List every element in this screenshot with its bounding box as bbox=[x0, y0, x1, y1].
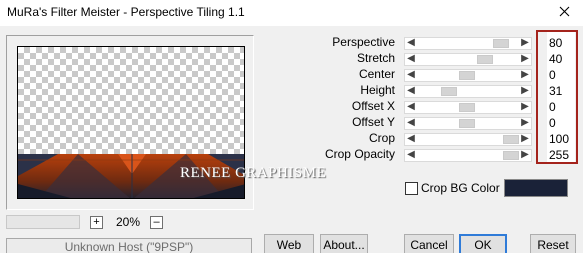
arrow-right-icon[interactable]: ▶ bbox=[520, 117, 530, 130]
web-button[interactable]: Web bbox=[264, 234, 314, 253]
highlight-box bbox=[536, 30, 578, 164]
param-stretch: Stretch ◀ ▶ bbox=[300, 51, 540, 67]
slider-thumb[interactable] bbox=[459, 119, 475, 128]
param-label: Stretch bbox=[356, 51, 395, 65]
slider-thumb[interactable] bbox=[503, 151, 519, 160]
param-label: Perspective bbox=[332, 35, 395, 49]
crop-bg-color-swatch[interactable] bbox=[504, 179, 568, 197]
crop-bg-color-label: Crop BG Color bbox=[421, 181, 500, 195]
offset-x-slider[interactable]: ◀ ▶ bbox=[404, 101, 532, 114]
param-height: Height ◀ ▶ bbox=[300, 83, 540, 99]
arrow-left-icon[interactable]: ◀ bbox=[406, 37, 416, 50]
reset-button[interactable]: Reset bbox=[530, 234, 576, 253]
about-button[interactable]: About... bbox=[320, 234, 368, 253]
arrow-right-icon[interactable]: ▶ bbox=[520, 53, 530, 66]
arrow-left-icon[interactable]: ◀ bbox=[406, 133, 416, 146]
height-slider[interactable]: ◀ ▶ bbox=[404, 85, 532, 98]
cancel-button[interactable]: Cancel bbox=[404, 234, 454, 253]
arrow-left-icon[interactable]: ◀ bbox=[406, 117, 416, 130]
zoom-level: 20% bbox=[116, 215, 141, 229]
arrow-right-icon[interactable]: ▶ bbox=[520, 37, 530, 50]
slider-thumb[interactable] bbox=[493, 39, 509, 48]
offset-y-slider[interactable]: ◀ ▶ bbox=[404, 117, 532, 130]
param-center: Center ◀ ▶ bbox=[300, 67, 540, 83]
arrow-left-icon[interactable]: ◀ bbox=[406, 85, 416, 98]
slider-thumb[interactable] bbox=[459, 103, 475, 112]
param-crop: Crop ◀ ▶ bbox=[300, 131, 540, 147]
crop-bg-color-checkbox[interactable] bbox=[405, 182, 418, 195]
param-offset-x: Offset X ◀ ▶ bbox=[300, 99, 540, 115]
window-title: MuRa's Filter Meister - Perspective Tili… bbox=[7, 5, 245, 19]
center-slider[interactable]: ◀ ▶ bbox=[404, 69, 532, 82]
arrow-left-icon[interactable]: ◀ bbox=[406, 149, 416, 162]
zoom-out-button[interactable]: – bbox=[150, 216, 163, 229]
param-offset-y: Offset Y ◀ ▶ bbox=[300, 115, 540, 131]
arrow-left-icon[interactable]: ◀ bbox=[406, 101, 416, 114]
slider-thumb[interactable] bbox=[477, 55, 493, 64]
host-status: Unknown Host ("9PSP") bbox=[6, 238, 252, 253]
ok-button[interactable]: OK bbox=[459, 234, 507, 253]
param-perspective: Perspective ◀ ▶ bbox=[300, 35, 540, 51]
stretch-slider[interactable]: ◀ ▶ bbox=[404, 53, 532, 66]
preview-frame bbox=[6, 35, 254, 210]
slider-thumb[interactable] bbox=[459, 71, 475, 80]
param-label: Crop bbox=[368, 131, 395, 145]
arrow-right-icon[interactable]: ▶ bbox=[520, 85, 530, 98]
arrow-right-icon[interactable]: ▶ bbox=[520, 69, 530, 82]
slider-thumb[interactable] bbox=[441, 87, 457, 96]
perspective-slider[interactable]: ◀ ▶ bbox=[404, 37, 532, 50]
close-button[interactable] bbox=[545, 0, 583, 26]
arrow-right-icon[interactable]: ▶ bbox=[520, 149, 530, 162]
slider-thumb[interactable] bbox=[503, 135, 519, 144]
param-crop-opacity: Crop Opacity ◀ ▶ bbox=[300, 147, 540, 163]
close-icon bbox=[559, 6, 570, 20]
crop-slider[interactable]: ◀ ▶ bbox=[404, 133, 532, 146]
param-label: Offset X bbox=[351, 99, 395, 113]
arrow-right-icon[interactable]: ▶ bbox=[520, 101, 530, 114]
watermark-text: RENEE GRAPHISME bbox=[180, 165, 327, 181]
title-bar: MuRa's Filter Meister - Perspective Tili… bbox=[0, 0, 583, 26]
crop-opacity-slider[interactable]: ◀ ▶ bbox=[404, 149, 532, 162]
zoom-bar bbox=[6, 215, 80, 229]
arrow-right-icon[interactable]: ▶ bbox=[520, 133, 530, 146]
param-label: Offset Y bbox=[352, 115, 395, 129]
param-label: Height bbox=[360, 83, 395, 97]
arrow-left-icon[interactable]: ◀ bbox=[406, 69, 416, 82]
param-label: Crop Opacity bbox=[324, 147, 395, 161]
param-label: Center bbox=[358, 67, 395, 81]
arrow-left-icon[interactable]: ◀ bbox=[406, 53, 416, 66]
zoom-in-button[interactable]: + bbox=[90, 216, 103, 229]
